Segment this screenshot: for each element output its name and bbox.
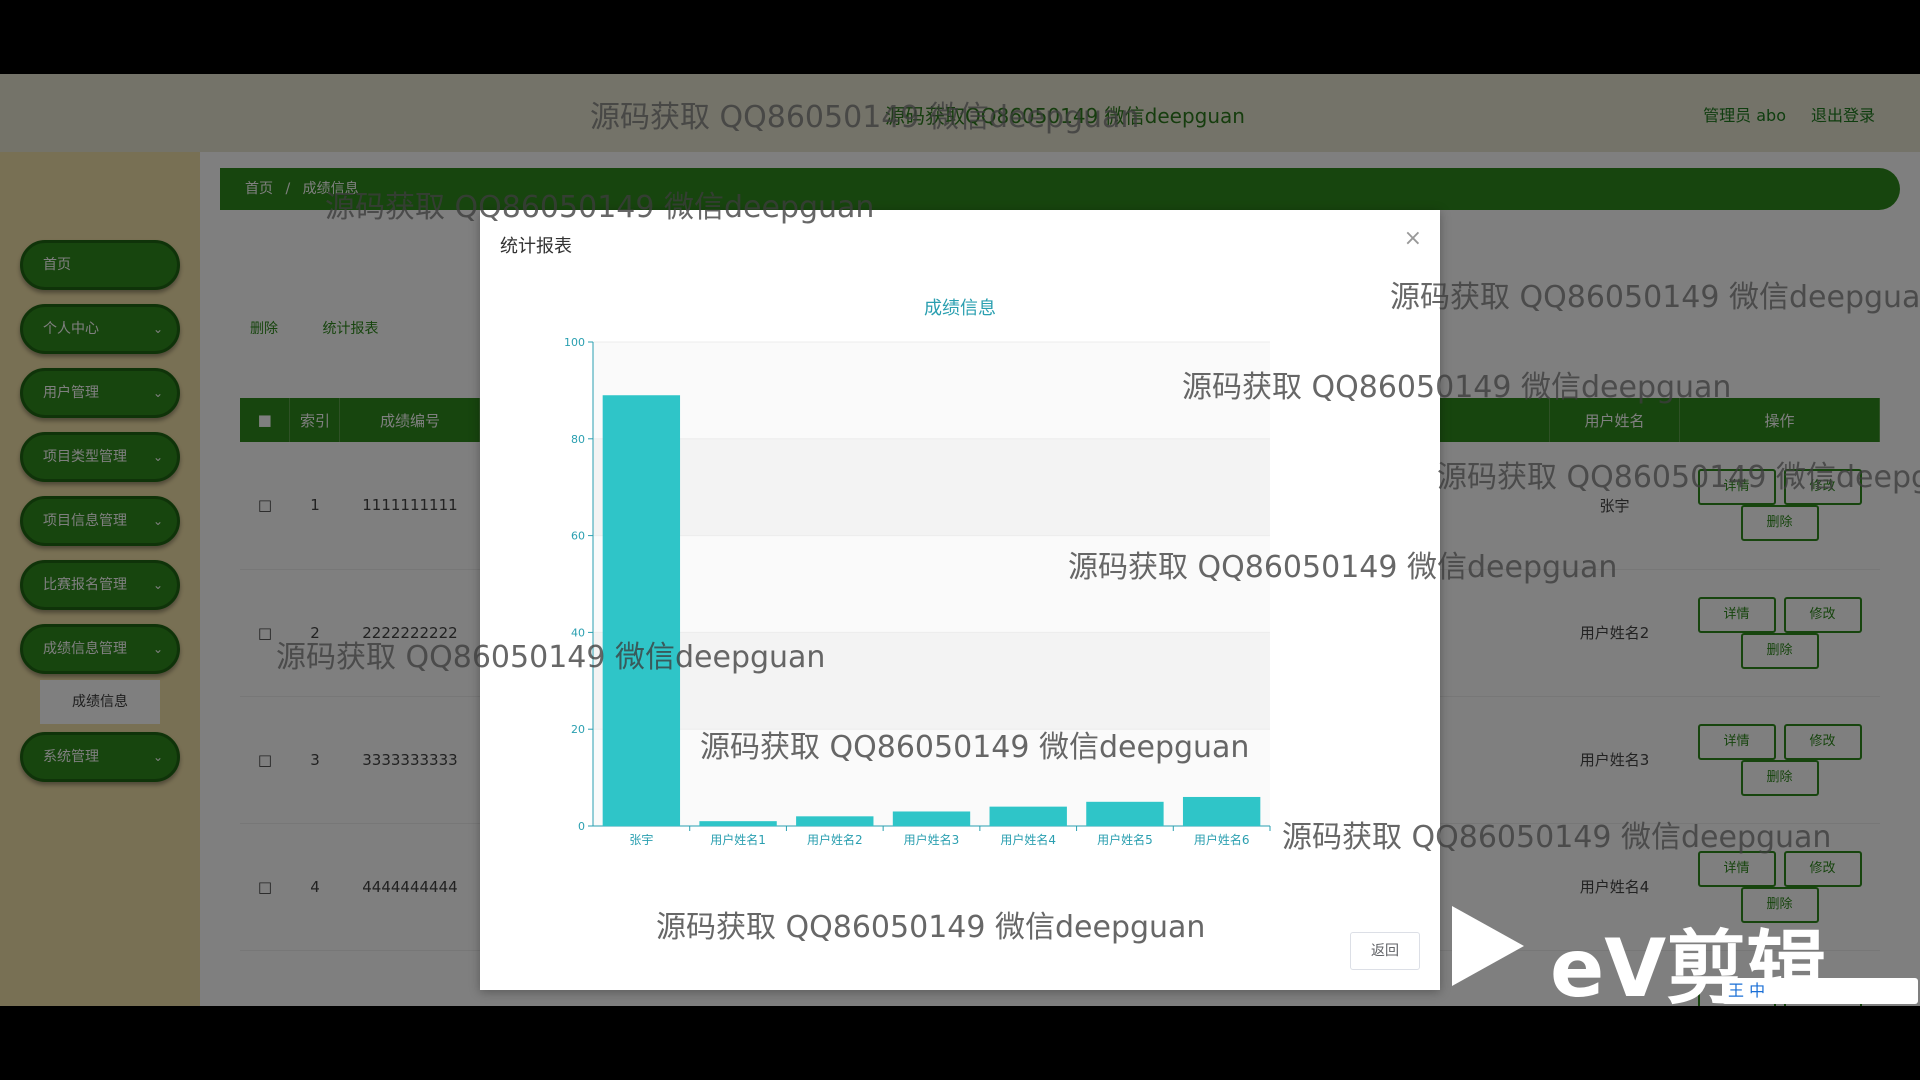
ime-brand: 王 xyxy=(1728,981,1745,1000)
y-tick-label: 60 xyxy=(571,530,585,543)
close-icon[interactable]: × xyxy=(1404,226,1422,251)
bar xyxy=(699,821,777,826)
y-tick-label: 100 xyxy=(564,336,585,349)
x-tick-label: 用户姓名5 xyxy=(1097,832,1153,847)
bar xyxy=(892,811,971,826)
ime-toolbar[interactable]: 王 中 xyxy=(1722,978,1918,1004)
x-tick-label: 用户姓名6 xyxy=(1194,832,1250,847)
y-tick-label: 0 xyxy=(578,820,585,833)
bar xyxy=(1182,796,1261,826)
x-tick-label: 用户姓名4 xyxy=(1000,832,1056,847)
x-tick-label: 用户姓名3 xyxy=(904,832,960,847)
modal-title: 统计报表 xyxy=(500,236,572,257)
chart-band xyxy=(593,729,1270,826)
y-tick-label: 20 xyxy=(571,723,585,736)
x-tick-label: 用户姓名2 xyxy=(807,832,863,847)
report-modal: 统计报表 × 成绩信息 0 20 40 60 80 100 张宇 用户姓名1 用户姓名2 用户姓名… xyxy=(480,210,1440,990)
y-tick-label: 80 xyxy=(571,433,585,446)
bar xyxy=(1086,801,1164,826)
chart-band xyxy=(593,535,1270,633)
chart-title: 成绩信息 xyxy=(924,298,996,319)
bar xyxy=(989,806,1067,826)
x-tick-label: 张宇 xyxy=(629,833,653,847)
x-tick-label: 用户姓名1 xyxy=(710,832,766,847)
bar xyxy=(796,816,874,826)
bar-chart: 0 20 40 60 80 100 张宇 用户姓名1 用户姓名2 用户姓名3 用户姓名4 用户姓名5 用… xyxy=(564,336,1271,847)
y-tick-label: 40 xyxy=(571,626,585,639)
chart-band xyxy=(593,632,1270,730)
ev-play-logo xyxy=(1452,906,1524,986)
ime-label: 中 xyxy=(1749,981,1766,1000)
app-frame: 源码获取QQ86050149 微信deepguan 管理员 abo 退出登录 首… xyxy=(0,74,1920,1006)
chart-band xyxy=(593,438,1270,536)
chart-band xyxy=(593,342,1270,439)
back-button[interactable]: 返回 xyxy=(1350,932,1420,970)
bar xyxy=(602,395,681,826)
